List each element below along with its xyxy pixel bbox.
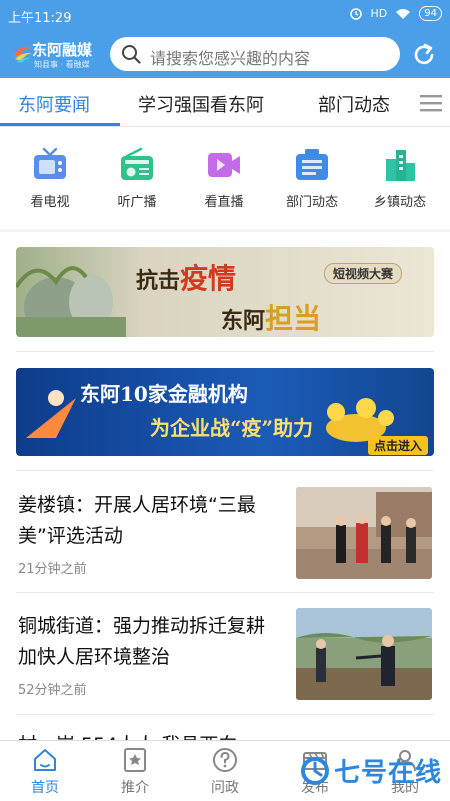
status-time: 上午11:29 [8, 11, 72, 26]
news-photo-farmland-icon [296, 608, 432, 700]
nav-inquiry-label: 问政 [211, 780, 239, 796]
tab-department-news[interactable]: 部门动态 [318, 91, 390, 117]
quick-radio-label: 听广播 [117, 195, 157, 210]
quick-department-button[interactable]: 部门动态 [272, 147, 352, 210]
quick-access-grid: 看电视 听广播 看直播 部门动态 乡镇动态 [0, 127, 450, 229]
search-placeholder: 请搜索您感兴趣的内容 [150, 49, 311, 68]
department-list-icon [296, 149, 328, 180]
home-icon [34, 749, 56, 771]
quick-tv-label: 看电视 [30, 195, 70, 210]
brand-name: 东阿融媒 [32, 41, 93, 59]
news-photo-village-icon [296, 487, 432, 579]
star-bookmark-icon [124, 748, 146, 772]
news-time: 21分钟之前 [18, 562, 87, 577]
quick-radio-button[interactable]: 听广播 [97, 147, 177, 210]
nav-home[interactable]: 首页 [10, 747, 80, 797]
news-title: 铜城街道：强力推动拆迁复耕 加快人居环境整治 [18, 615, 266, 668]
refresh-icon[interactable] [411, 42, 437, 68]
banner-finance-line2: 为企业战“疫”助力 [150, 416, 314, 440]
alarm-icon [349, 7, 362, 20]
active-tab-indicator [0, 123, 120, 126]
live-video-icon [208, 153, 240, 177]
news-thumbnail [296, 608, 432, 700]
menu-icon[interactable] [420, 94, 442, 112]
news-title: 姜楼镇：开展人居环境“三最美”评选活动 [18, 494, 256, 547]
search-input[interactable]: 请搜索您感兴趣的内容 [110, 37, 400, 71]
feed-divider [16, 714, 434, 715]
radio-icon [121, 147, 153, 180]
news-thumbnail [296, 487, 432, 579]
news-title-partial[interactable]: 村…岗 554人人 我县西向 [18, 730, 237, 740]
quick-town-label: 乡镇动态 [373, 195, 426, 210]
tv-icon [34, 147, 66, 179]
nav-recommend-label: 推介 [121, 780, 149, 796]
wifi-icon [396, 8, 411, 19]
banner-epidemic-video-contest[interactable]: 抗击疫情 东阿担当 短视频大赛 [16, 247, 434, 337]
logo-swirl-icon [14, 47, 32, 63]
quick-department-label: 部门动态 [285, 195, 338, 210]
banner-finance-cta[interactable]: 点击进入 [368, 436, 429, 455]
news-feed: 抗击疫情 东阿担当 短视频大赛 东阿10家金融机构 为企业战“疫”助力 点击进入… [0, 232, 450, 740]
news-time: 52分钟之前 [18, 683, 87, 698]
banner-epidemic-text: 抗击疫情 [136, 257, 236, 297]
nav-recommend[interactable]: 推介 [100, 747, 170, 797]
app-header: 东阿融媒 知县事 · 看融媒 请搜索您感兴趣的内容 [0, 30, 450, 78]
town-buildings-icon [386, 150, 415, 181]
search-icon [122, 45, 141, 64]
channel-tabs: 东阿要闻 学习强国看东阿 部门动态 [0, 78, 450, 127]
site-watermark: 七号在线 [300, 752, 442, 789]
banner-epidemic-line2: 东阿 [221, 308, 266, 334]
banner-finance-line1: 东阿10家金融机构 [80, 382, 248, 406]
news-item[interactable]: 铜城街道：强力推动拆迁复耕 加快人居环境整治 52分钟之前 [0, 593, 450, 713]
nav-home-label: 首页 [31, 780, 59, 796]
quick-town-button[interactable]: 乡镇动态 [360, 147, 440, 210]
feed-divider [16, 470, 434, 471]
banner-epidemic-emph2: 担当 [265, 302, 322, 335]
banner-epidemic-tag: 短视频大赛 [324, 263, 403, 284]
banner-epidemic-text2: 东阿担当 [221, 297, 321, 337]
quick-live-label: 看直播 [204, 195, 244, 210]
quick-live-button[interactable]: 看直播 [184, 147, 264, 210]
tab-xuexi-qiangguo[interactable]: 学习强国看东阿 [138, 91, 264, 117]
question-icon [213, 748, 237, 772]
banner-epidemic-line1: 抗击 [136, 268, 181, 294]
feed-divider [16, 351, 434, 352]
app-logo[interactable]: 东阿融媒 知县事 · 看融媒 [12, 36, 102, 72]
brand-slogan: 知县事 · 看融媒 [34, 60, 90, 69]
banner-epidemic-emph1: 疫情 [180, 262, 237, 295]
quick-tv-button[interactable]: 看电视 [10, 147, 90, 210]
signal-icon: HD [370, 7, 388, 20]
battery-icon: 94 [419, 6, 442, 21]
status-bar: 上午11:29 HD 94 [0, 0, 450, 30]
nav-inquiry[interactable]: 问政 [190, 747, 260, 797]
watermark-text: 七号在线 [334, 758, 443, 788]
status-icons: HD 94 [349, 6, 442, 21]
watermark-logo-icon [301, 756, 329, 785]
banner-finance-support[interactable]: 东阿10家金融机构 为企业战“疫”助力 点击进入 [16, 368, 434, 456]
tab-dongue-news[interactable]: 东阿要闻 [18, 91, 90, 117]
news-item[interactable]: 姜楼镇：开展人居环境“三最美”评选活动 21分钟之前 [0, 472, 450, 592]
